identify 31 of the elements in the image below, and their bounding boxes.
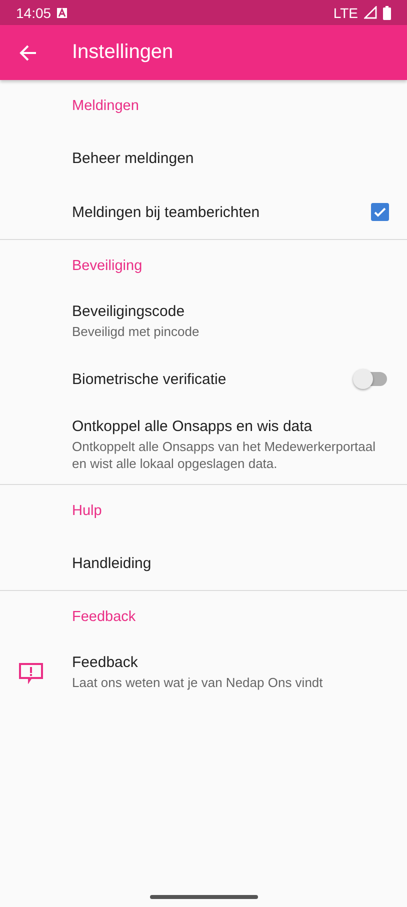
settings-item[interactable]: Feedback Laat ons weten wat je van Nedap Ons vindt bbox=[0, 642, 407, 703]
item-title: Handleiding bbox=[72, 554, 152, 572]
settings-item[interactable]: Handleiding bbox=[0, 536, 407, 590]
settings-item[interactable]: Beveiligingscode Beveiligd met pincode bbox=[0, 291, 407, 352]
signal-icon bbox=[364, 6, 377, 19]
clock: 14:05 bbox=[16, 4, 52, 20]
settings-item[interactable]: Meldingen bij teamberichten bbox=[0, 185, 407, 239]
checkbox[interactable] bbox=[371, 203, 389, 221]
back-button[interactable] bbox=[18, 42, 38, 62]
category-title: Beveiliging bbox=[71, 257, 144, 276]
item-title: Biometrische verificatie bbox=[72, 370, 228, 388]
toggle-switch[interactable] bbox=[353, 367, 389, 391]
item-summary: Laat ons weten wat je van Nedap Ons vindt bbox=[72, 674, 324, 691]
category-title: Hulp bbox=[71, 502, 103, 521]
item-title: Feedback bbox=[72, 654, 139, 671]
settings-item[interactable]: Beheer meldingen bbox=[0, 131, 407, 185]
item-title: Beheer meldingen bbox=[72, 150, 195, 166]
feedback-icon bbox=[18, 662, 44, 684]
item-summary: Beveiligd met pincode bbox=[72, 323, 200, 340]
screen-title: Instellingen bbox=[72, 41, 174, 64]
category-title: Meldingen bbox=[71, 97, 140, 116]
item-title: Meldingen bij teamberichten bbox=[72, 204, 261, 220]
settings-item[interactable]: Biometrische verificatie bbox=[0, 352, 407, 406]
notification-icon bbox=[57, 8, 68, 18]
category-title: Feedback bbox=[71, 608, 137, 627]
item-summary: Ontkoppelt alle Onsapps van het Medewerkerportaal en wist alle lokaal opgeslagen data. bbox=[72, 438, 377, 472]
item-title: Beveiligingscode bbox=[72, 303, 186, 320]
battery-icon bbox=[383, 6, 391, 20]
settings-item[interactable]: Ontkoppel alle Onsapps en wis data Ontkoppelt alle Onsapps van het Medewerkerportaal en wist alle lokaal opgeslagen data. bbox=[0, 406, 407, 484]
item-title: Ontkoppel alle Onsapps en wis data bbox=[72, 418, 314, 435]
network-type: LTE bbox=[333, 4, 358, 20]
